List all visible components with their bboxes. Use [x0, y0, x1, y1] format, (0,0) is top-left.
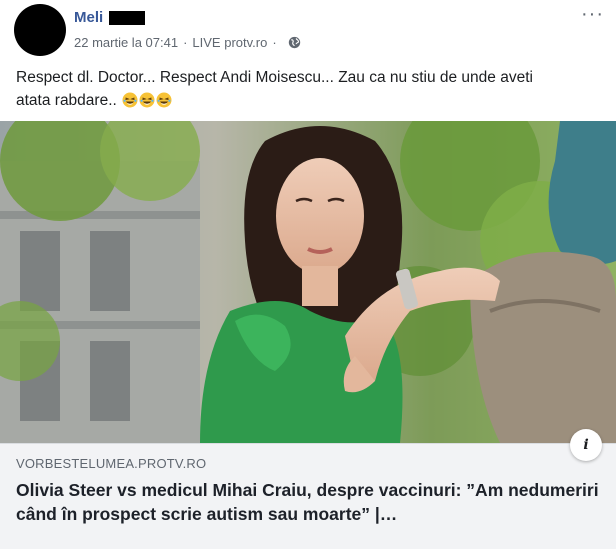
- post-timestamp[interactable]: 22 martie la 07:41: [74, 35, 178, 50]
- rofl-emoji-icon: [139, 92, 155, 108]
- globe-icon[interactable]: [288, 36, 301, 49]
- link-preview-image[interactable]: [0, 121, 616, 443]
- redacted-surname: [109, 10, 146, 25]
- post-text-line-2-text: atata rabdare..: [16, 92, 117, 109]
- post-text-line-1: Respect dl. Doctor... Respect Andi Moise…: [16, 69, 533, 86]
- facebook-post: Meli 22 martie la 07:41 · LIVE protv.ro …: [0, 0, 616, 549]
- meta-separator: ·: [183, 35, 188, 50]
- avatar[interactable]: [14, 4, 66, 56]
- post-source[interactable]: LIVE protv.ro: [192, 35, 267, 50]
- info-icon[interactable]: i: [570, 429, 602, 461]
- rofl-emoji-icon: [122, 92, 138, 108]
- rofl-emoji-icon: [156, 92, 172, 108]
- meta-separator-2: ·: [272, 35, 277, 50]
- more-horizontal-icon[interactable]: ···: [581, 4, 604, 24]
- link-preview[interactable]: i VORBESTELUMEA.PROTV.RO Olivia Steer vs…: [0, 429, 616, 549]
- author-row: Meli: [74, 9, 146, 26]
- author-name[interactable]: Meli: [74, 9, 103, 26]
- post-meta: 22 martie la 07:41 · LIVE protv.ro ·: [74, 35, 301, 50]
- preview-photo: [0, 121, 616, 443]
- link-domain: VORBESTELUMEA.PROTV.RO: [16, 456, 207, 471]
- post-text: Respect dl. Doctor... Respect Andi Moise…: [16, 66, 606, 112]
- post-text-line-2: atata rabdare..: [16, 89, 606, 112]
- link-title[interactable]: Olivia Steer vs medicul Mihai Craiu, des…: [16, 478, 601, 526]
